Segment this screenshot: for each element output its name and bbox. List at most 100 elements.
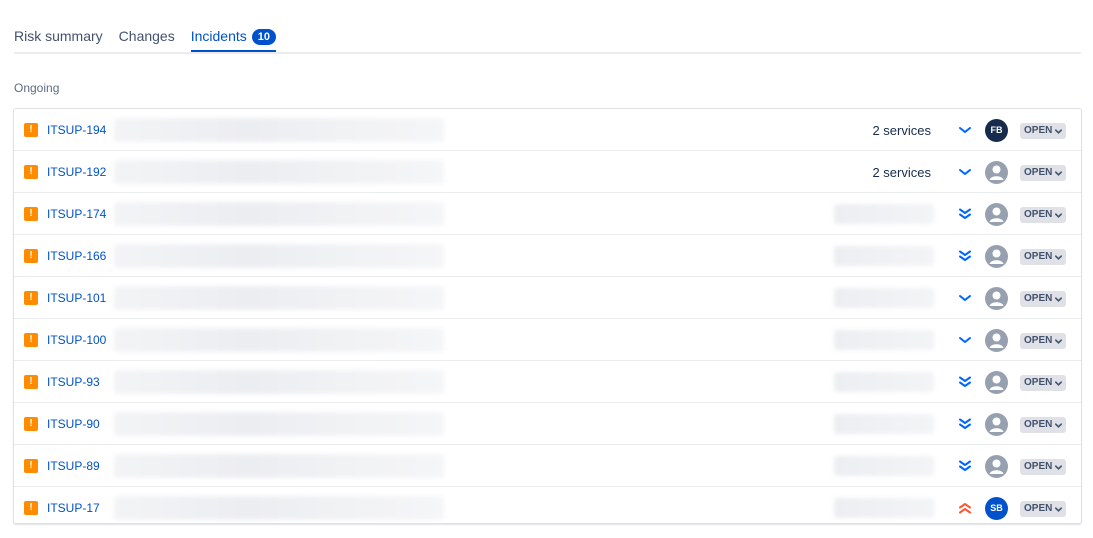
priority-lowest-icon bbox=[957, 458, 973, 474]
count-badge: 10 bbox=[251, 29, 277, 45]
chevron-down-icon bbox=[1054, 421, 1063, 430]
tab-label: Risk summary bbox=[14, 28, 103, 44]
status-dropdown[interactable]: OPEN bbox=[1020, 291, 1067, 307]
tab-changes[interactable]: Changes bbox=[119, 22, 175, 50]
status-label: OPEN bbox=[1024, 377, 1053, 388]
priority-low-icon bbox=[957, 290, 973, 306]
status-dropdown[interactable]: OPEN bbox=[1020, 333, 1067, 349]
priority-low-icon bbox=[957, 122, 973, 138]
incident-row[interactable]: ! ITSUP-166 OPEN bbox=[14, 235, 1081, 277]
incident-key-link[interactable]: ITSUP-93 bbox=[47, 375, 100, 389]
chevron-down-icon bbox=[1054, 211, 1063, 220]
incident-key-link[interactable]: ITSUP-89 bbox=[47, 459, 100, 473]
incident-icon: ! bbox=[24, 459, 38, 473]
incident-icon: ! bbox=[24, 123, 38, 137]
unassigned-avatar-icon[interactable] bbox=[985, 329, 1008, 352]
unassigned-avatar-icon[interactable] bbox=[985, 245, 1008, 268]
affected-services-redacted bbox=[834, 330, 934, 350]
tab-label: Changes bbox=[118, 28, 175, 44]
status-dropdown[interactable]: OPEN bbox=[1020, 417, 1067, 433]
status-dropdown[interactable]: OPEN bbox=[1020, 459, 1067, 475]
tab-bar: Risk summary Changes Incidents 10 bbox=[14, 22, 1081, 54]
incident-row[interactable]: ! ITSUP-100 OPEN bbox=[14, 319, 1081, 361]
tab-label: Incidents bbox=[190, 28, 247, 44]
affected-services-redacted bbox=[834, 456, 934, 476]
assignee-avatar[interactable]: FB bbox=[985, 119, 1008, 142]
priority-lowest-icon bbox=[957, 416, 973, 432]
incident-summary-redacted bbox=[114, 160, 444, 184]
status-label: OPEN bbox=[1024, 335, 1053, 346]
unassigned-avatar-icon[interactable] bbox=[985, 455, 1008, 478]
incident-summary-redacted bbox=[114, 202, 444, 226]
incident-row[interactable]: ! ITSUP-89 OPEN bbox=[14, 445, 1081, 487]
incident-summary-redacted bbox=[114, 412, 444, 436]
status-dropdown[interactable]: OPEN bbox=[1020, 207, 1067, 223]
status-dropdown[interactable]: OPEN bbox=[1020, 165, 1067, 181]
incident-icon: ! bbox=[24, 291, 38, 305]
affected-services: 2 services bbox=[872, 123, 931, 138]
incident-icon: ! bbox=[24, 207, 38, 221]
incident-summary-redacted bbox=[114, 286, 444, 310]
incident-row[interactable]: ! ITSUP-93 OPEN bbox=[14, 361, 1081, 403]
incident-row[interactable]: ! ITSUP-90 OPEN bbox=[14, 403, 1081, 445]
incident-row[interactable]: ! ITSUP-101 OPEN bbox=[14, 277, 1081, 319]
priority-lowest-icon bbox=[957, 248, 973, 264]
incident-icon: ! bbox=[24, 375, 38, 389]
tab-incidents[interactable]: Incidents 10 bbox=[190, 22, 277, 52]
status-dropdown[interactable]: OPEN bbox=[1020, 375, 1067, 391]
priority-lowest-icon bbox=[957, 374, 973, 390]
chevron-down-icon bbox=[1054, 253, 1063, 262]
affected-services-redacted bbox=[834, 204, 934, 224]
incident-row[interactable]: ! ITSUP-17 SB OPEN bbox=[14, 487, 1081, 528]
incident-row[interactable]: ! ITSUP-174 OPEN bbox=[14, 193, 1081, 235]
status-dropdown[interactable]: OPEN bbox=[1020, 123, 1067, 139]
unassigned-avatar-icon[interactable] bbox=[985, 371, 1008, 394]
incident-key-link[interactable]: ITSUP-174 bbox=[47, 207, 106, 221]
incident-key-link[interactable]: ITSUP-192 bbox=[47, 165, 106, 179]
unassigned-avatar-icon[interactable] bbox=[985, 161, 1008, 184]
incident-list: ! ITSUP-194 2 services FB OPEN! ITSUP-192 2 se… bbox=[13, 108, 1082, 524]
priority-low-icon bbox=[957, 164, 973, 180]
unassigned-avatar-icon[interactable] bbox=[985, 413, 1008, 436]
chevron-down-icon bbox=[1054, 463, 1063, 472]
status-label: OPEN bbox=[1024, 209, 1053, 220]
affected-services-redacted bbox=[834, 246, 934, 266]
status-label: OPEN bbox=[1024, 419, 1053, 430]
affected-services-redacted bbox=[834, 288, 934, 308]
status-dropdown[interactable]: OPEN bbox=[1020, 501, 1067, 517]
incident-key-link[interactable]: ITSUP-101 bbox=[47, 291, 106, 305]
incident-summary-redacted bbox=[114, 118, 444, 142]
incident-summary-redacted bbox=[114, 454, 444, 478]
tab-risk-summary[interactable]: Risk summary bbox=[14, 22, 103, 50]
incident-key-link[interactable]: ITSUP-17 bbox=[47, 501, 100, 515]
priority-highest-icon bbox=[957, 500, 973, 516]
chevron-down-icon bbox=[1054, 379, 1063, 388]
incident-key-link[interactable]: ITSUP-90 bbox=[47, 417, 100, 431]
assignee-avatar[interactable]: SB bbox=[985, 497, 1008, 520]
incident-row[interactable]: ! ITSUP-192 2 services OPEN bbox=[14, 151, 1081, 193]
status-label: OPEN bbox=[1024, 293, 1053, 304]
incident-key-link[interactable]: ITSUP-100 bbox=[47, 333, 106, 347]
status-dropdown[interactable]: OPEN bbox=[1020, 249, 1067, 265]
status-label: OPEN bbox=[1024, 125, 1053, 136]
incident-key-link[interactable]: ITSUP-166 bbox=[47, 249, 106, 263]
chevron-down-icon bbox=[1054, 127, 1063, 136]
status-label: OPEN bbox=[1024, 503, 1053, 514]
incident-row[interactable]: ! ITSUP-194 2 services FB OPEN bbox=[14, 109, 1081, 151]
incident-summary-redacted bbox=[114, 244, 444, 268]
unassigned-avatar-icon[interactable] bbox=[985, 287, 1008, 310]
affected-services-redacted bbox=[834, 498, 934, 518]
incident-icon: ! bbox=[24, 165, 38, 179]
incident-key-link[interactable]: ITSUP-194 bbox=[47, 123, 106, 137]
priority-low-icon bbox=[957, 332, 973, 348]
incident-icon: ! bbox=[24, 501, 38, 515]
unassigned-avatar-icon[interactable] bbox=[985, 203, 1008, 226]
incident-summary-redacted bbox=[114, 328, 444, 352]
affected-services-redacted bbox=[834, 372, 934, 392]
chevron-down-icon bbox=[1054, 295, 1063, 304]
status-label: OPEN bbox=[1024, 167, 1053, 178]
chevron-down-icon bbox=[1054, 505, 1063, 514]
incident-icon: ! bbox=[24, 333, 38, 347]
section-heading: Ongoing bbox=[14, 81, 60, 95]
status-label: OPEN bbox=[1024, 461, 1053, 472]
